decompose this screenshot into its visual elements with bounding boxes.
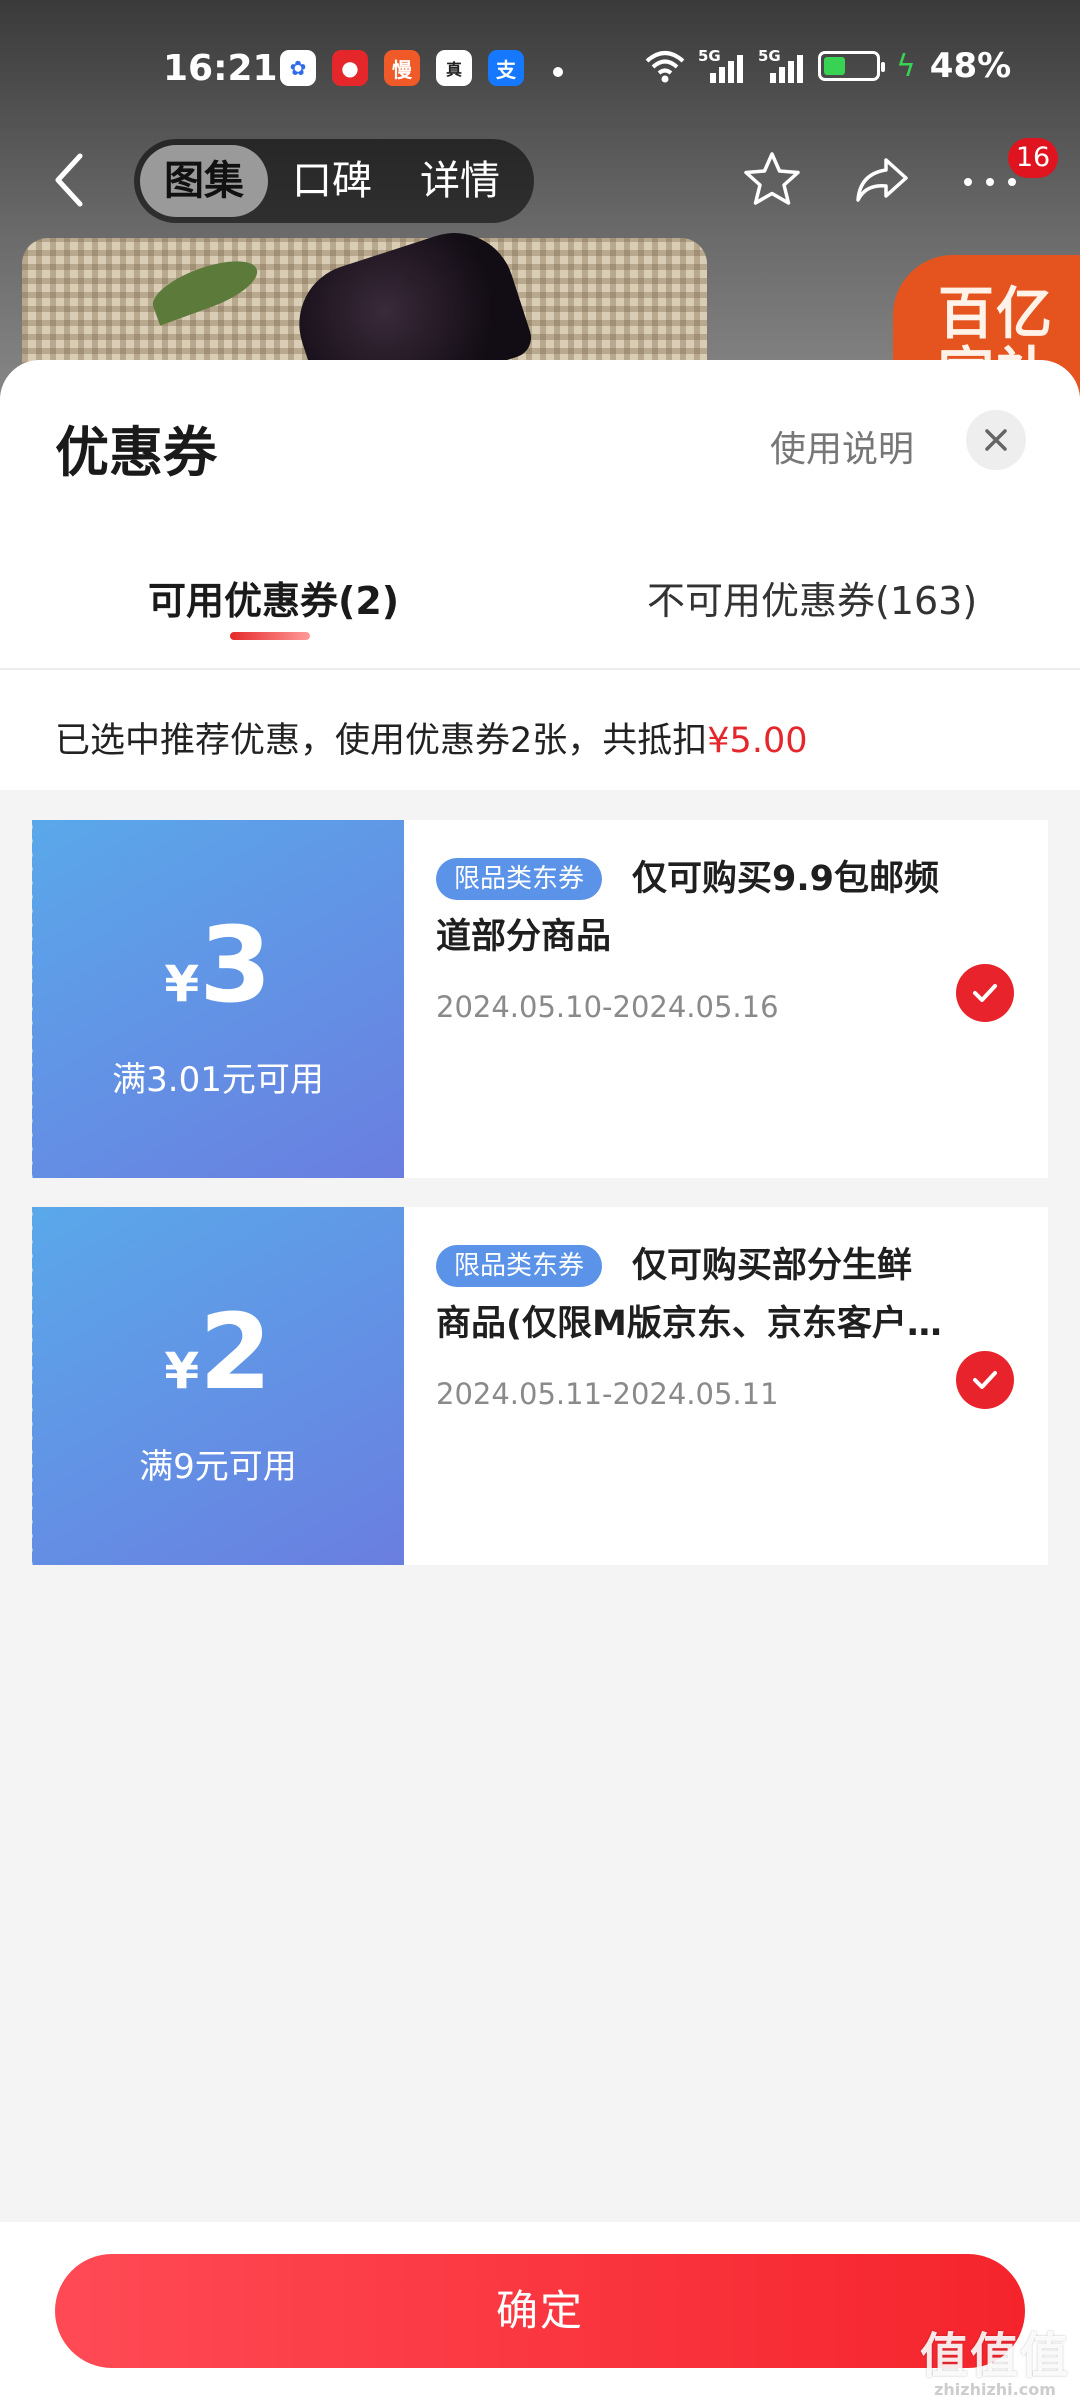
coupon-bottom-sheet: 优惠券 使用说明 可用优惠券(2) 不可用优惠券(163) 已选中推荐优惠，使用… — [0, 360, 1080, 2400]
notification-app-icons: ✿ ● 慢 真 支 — [280, 50, 524, 86]
share-icon[interactable] — [852, 152, 912, 208]
status-bar: 16:21 ✿ ● 慢 真 支 5G 5G ϟ 48% — [0, 40, 1080, 104]
watermark-logo: 值值值 — [920, 2328, 1071, 2384]
summary-prefix: 已选中推荐优惠，使用优惠券2张，共抵扣 — [55, 721, 708, 761]
sheet-footer: 确定 — [0, 2222, 1080, 2400]
back-arrow-icon[interactable] — [50, 150, 90, 210]
sheet-title: 优惠券 — [55, 421, 217, 484]
jd-dog-icon: ● — [332, 50, 368, 86]
close-icon — [985, 429, 1007, 451]
sheet-header: 优惠券 使用说明 可用优惠券(2) 不可用优惠券(163) — [0, 360, 1080, 670]
kuaikan-icon: 慢 — [384, 50, 420, 86]
coupon-type-tag: 限品类东券 — [436, 858, 603, 900]
coupon-value-panel: ¥3 满3.01元可用 — [28, 820, 404, 1178]
gallery-tabs: 图集 口碑 详情 — [134, 139, 534, 223]
tab-gallery[interactable]: 图集 — [140, 145, 268, 217]
coupon-card[interactable]: ¥3 满3.01元可用 仅可购买9.9包邮频道部分商品 限品类东券 2024.0… — [28, 820, 1048, 1178]
battery-percent: 48% — [929, 46, 1012, 86]
tab-details[interactable]: 详情 — [396, 145, 524, 217]
coupon-validity-dates: 2024.05.11-2024.05.11 — [436, 1377, 779, 1411]
coupon-select-checkbox[interactable] — [956, 964, 1014, 1022]
coupon-amount: ¥3 — [32, 910, 404, 1020]
realme-icon: 真 — [436, 50, 472, 86]
signal-icon-sim1: 5G — [698, 47, 746, 85]
checkmark-icon — [973, 984, 997, 1002]
currency-symbol: ¥ — [164, 1342, 200, 1400]
alipay-icon: 支 — [488, 50, 524, 86]
discount-summary: 已选中推荐优惠，使用优惠券2张，共抵扣¥5.00 — [0, 670, 1080, 790]
charging-icon: ϟ — [896, 48, 916, 84]
coupon-validity-dates: 2024.05.10-2024.05.16 — [436, 990, 779, 1024]
coupon-type-tag: 限品类东券 — [436, 1245, 603, 1287]
status-indicators: 5G 5G ϟ 48% — [644, 46, 1011, 86]
coupon-amount-value: 2 — [199, 1291, 272, 1413]
tab-reviews[interactable]: 口碑 — [268, 145, 396, 217]
wifi-icon — [645, 51, 685, 83]
watermark-domain: zhizhizhi.com — [934, 2380, 1056, 2399]
battery-icon — [818, 51, 885, 81]
coupon-amount-value: 3 — [199, 904, 272, 1026]
signal-icon-sim2: 5G — [758, 47, 806, 85]
close-button[interactable] — [966, 410, 1026, 470]
coupon-condition: 满3.01元可用 — [112, 1060, 324, 1100]
currency-symbol: ¥ — [164, 955, 200, 1013]
tab-unavailable-coupons[interactable]: 不可用优惠券(163) — [647, 570, 977, 625]
coupon-select-checkbox[interactable] — [956, 1351, 1014, 1409]
tab-available-coupons[interactable]: 可用优惠券(2) — [148, 570, 399, 625]
summary-text: 已选中推荐优惠，使用优惠券2张，共抵扣¥5.00 — [55, 712, 807, 763]
baidu-paw-icon: ✿ — [280, 50, 316, 86]
site-watermark: 值值值 zhizhizhi.com — [920, 2316, 1070, 2399]
confirm-button[interactable]: 确定 — [55, 2254, 1025, 2368]
summary-amount: ¥5.00 — [707, 721, 808, 761]
active-tab-indicator — [230, 632, 310, 640]
notification-badge: 16 — [1008, 138, 1058, 178]
more-notifications-dot — [553, 67, 563, 77]
coupon-card[interactable]: ¥2 满9元可用 仅可购买部分生鲜商品(仅限M版京东、京东客户端... 限品类东… — [28, 1207, 1048, 1565]
coupon-condition: 满9元可用 — [139, 1447, 297, 1487]
favorite-star-icon[interactable] — [740, 148, 804, 212]
checkmark-icon — [973, 1371, 997, 1389]
coupon-amount: ¥2 — [32, 1297, 404, 1407]
usage-instructions-link[interactable]: 使用说明 — [770, 420, 914, 472]
status-time: 16:21 — [163, 48, 278, 89]
coupon-value-panel: ¥2 满9元可用 — [28, 1207, 404, 1565]
